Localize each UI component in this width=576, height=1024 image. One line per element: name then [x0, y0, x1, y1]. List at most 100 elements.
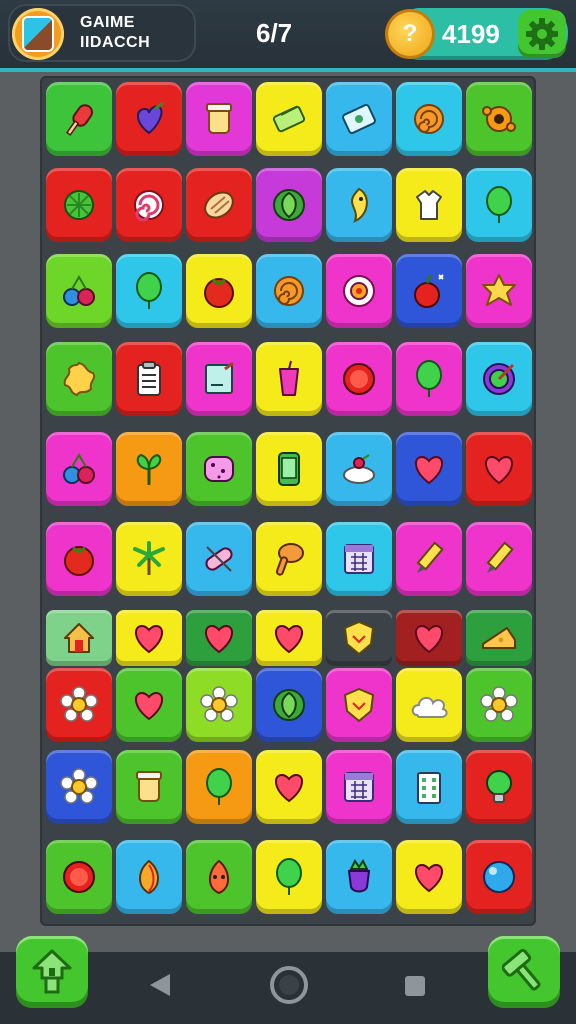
tile-r9-c4[interactable]	[256, 750, 322, 824]
tile-r6-c7[interactable]	[466, 522, 532, 596]
tile-r4-c7[interactable]	[466, 342, 532, 416]
tile-r2-c1[interactable]	[46, 168, 112, 242]
tile-r8-c6[interactable]	[396, 668, 462, 742]
tile-r9-c6[interactable]	[396, 750, 462, 824]
tile-r10-c2[interactable]	[116, 840, 182, 914]
tile-r2-c6[interactable]	[396, 168, 462, 242]
profile-panel[interactable]: GAIME IIDACCH	[8, 4, 196, 62]
tile-r4-c2[interactable]	[116, 342, 182, 416]
balloon-icon	[276, 858, 302, 895]
tile-r8-c7[interactable]	[466, 668, 532, 742]
tile-r3-c5[interactable]	[326, 254, 392, 328]
tile-r9-c5[interactable]	[326, 750, 392, 824]
tile-r2-c5[interactable]	[326, 168, 392, 242]
tile-r1-c6[interactable]	[396, 82, 462, 156]
back-icon[interactable]	[150, 974, 170, 996]
eggplant-icon	[347, 859, 371, 893]
tile-r2-c2[interactable]	[116, 168, 182, 242]
tile-r5-c4[interactable]	[256, 432, 322, 506]
tile-r1-c5[interactable]	[326, 82, 392, 156]
tile-r2-c3[interactable]	[186, 168, 252, 242]
tile-r7-c4[interactable]	[256, 610, 322, 666]
tile-r10-c5[interactable]	[326, 840, 392, 914]
cloud-icon	[411, 697, 448, 718]
tile-r2-c4[interactable]	[256, 168, 322, 242]
tile-r8-c3[interactable]	[186, 668, 252, 742]
heart-icon	[415, 455, 443, 485]
tile-r7-c3[interactable]	[186, 610, 252, 666]
tile-r3-c2[interactable]	[116, 254, 182, 328]
tile-r1-c1[interactable]	[46, 82, 112, 156]
bone-stick-icon	[275, 543, 304, 576]
tile-r4-c3[interactable]	[186, 342, 252, 416]
home-icon[interactable]	[270, 966, 308, 1004]
tile-r9-c2[interactable]	[116, 750, 182, 824]
house-icon	[64, 623, 94, 653]
tile-r1-c4[interactable]	[256, 82, 322, 156]
tile-r6-c3[interactable]	[186, 522, 252, 596]
upgrade-button[interactable]	[16, 936, 88, 1008]
tile-r4-c5[interactable]	[326, 342, 392, 416]
target-icon	[483, 363, 515, 395]
cup-icon	[279, 360, 299, 396]
tile-r6-c4[interactable]	[256, 522, 322, 596]
tile-r4-c1[interactable]	[46, 342, 112, 416]
tile-r5-c1[interactable]	[46, 432, 112, 506]
tile-r6-c2[interactable]	[116, 522, 182, 596]
pencil-icon	[486, 541, 514, 573]
settings-button[interactable]	[518, 10, 566, 58]
hammer-button[interactable]	[488, 936, 560, 1008]
top-bar: GAIME IIDACCH 6/7 ? 4199	[0, 0, 576, 72]
balloon-icon	[416, 360, 442, 397]
heart-icon	[135, 691, 163, 721]
tile-r3-c7[interactable]	[466, 254, 532, 328]
coin-panel[interactable]: ? 4199	[388, 8, 568, 60]
tile-r2-c7[interactable]	[466, 168, 532, 242]
tile-r5-c5[interactable]	[326, 432, 392, 506]
pencil-icon	[416, 541, 444, 573]
tile-r8-c5[interactable]	[326, 668, 392, 742]
tile-r3-c1[interactable]	[46, 254, 112, 328]
tile-r9-c7[interactable]	[466, 750, 532, 824]
tile-r7-c7[interactable]	[466, 610, 532, 666]
tile-r7-c6[interactable]	[396, 610, 462, 666]
splat-icon	[63, 361, 96, 397]
tile-r8-c4[interactable]	[256, 668, 322, 742]
tile-r3-c3[interactable]	[186, 254, 252, 328]
tile-r5-c7[interactable]	[466, 432, 532, 506]
cherries-icon	[63, 275, 95, 306]
tile-r7-c5[interactable]	[326, 610, 392, 666]
avatar[interactable]	[12, 8, 64, 60]
tile-r1-c7[interactable]	[466, 82, 532, 156]
tile-r1-c3[interactable]	[186, 82, 252, 156]
tile-r5-c6[interactable]	[396, 432, 462, 506]
tile-r6-c5[interactable]	[326, 522, 392, 596]
tile-r10-c6[interactable]	[396, 840, 462, 914]
sprout-icon	[136, 453, 162, 485]
tile-r10-c1[interactable]	[46, 840, 112, 914]
tile-r6-c1[interactable]	[46, 522, 112, 596]
tile-r10-c3[interactable]	[186, 840, 252, 914]
heart-icon	[415, 863, 443, 893]
tile-r8-c2[interactable]	[116, 668, 182, 742]
leaf-badge-icon	[273, 189, 305, 221]
tile-r3-c4[interactable]	[256, 254, 322, 328]
tile-r5-c2[interactable]	[116, 432, 182, 506]
tile-r9-c3[interactable]	[186, 750, 252, 824]
star-blob-icon	[482, 274, 516, 306]
tile-r4-c6[interactable]	[396, 342, 462, 416]
cookie-icon	[204, 456, 234, 482]
tile-r6-c6[interactable]	[396, 522, 462, 596]
tile-r10-c7[interactable]	[466, 840, 532, 914]
tile-r10-c4[interactable]	[256, 840, 322, 914]
tile-r3-c6[interactable]	[396, 254, 462, 328]
tile-r1-c2[interactable]	[116, 82, 182, 156]
tile-r5-c3[interactable]	[186, 432, 252, 506]
cheese-icon	[482, 627, 516, 649]
tile-r8-c1[interactable]	[46, 668, 112, 742]
tile-r7-c2[interactable]	[116, 610, 182, 666]
tile-r4-c4[interactable]	[256, 342, 322, 416]
recent-apps-icon[interactable]	[405, 976, 425, 996]
tile-r7-c1[interactable]	[46, 610, 112, 666]
tile-r9-c1[interactable]	[46, 750, 112, 824]
